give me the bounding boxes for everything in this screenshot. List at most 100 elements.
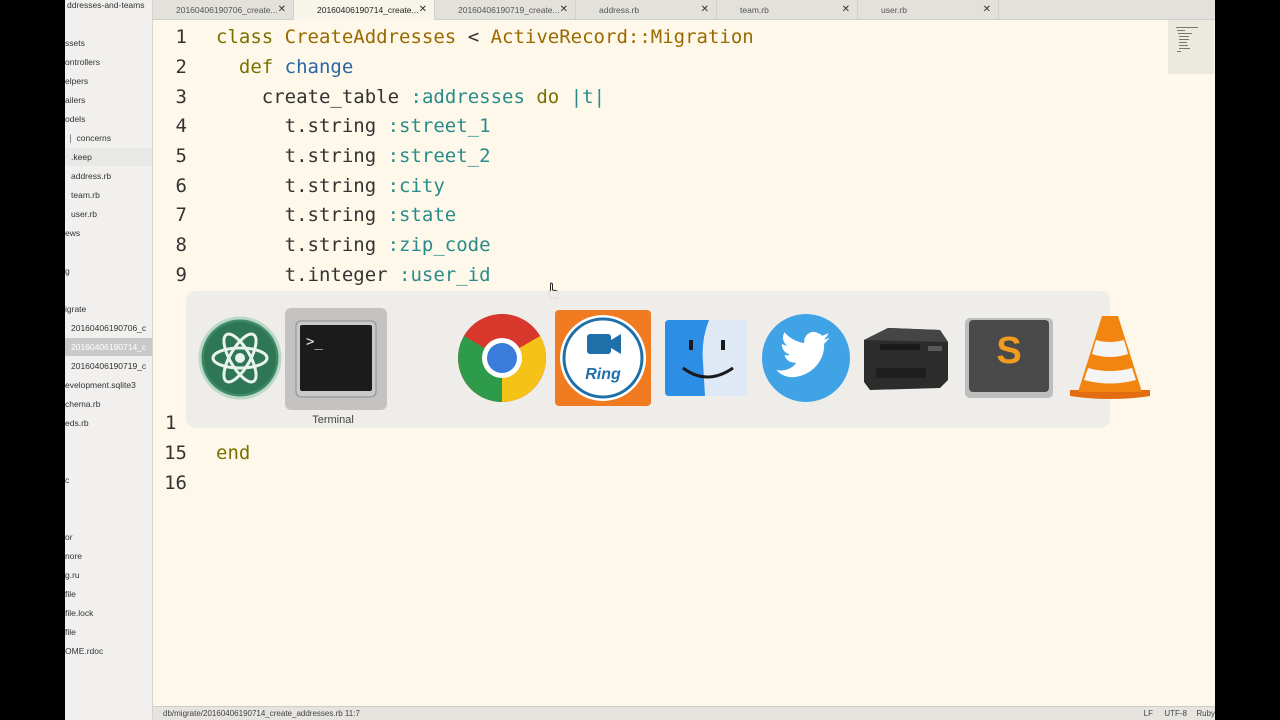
code-line-2: def change: [216, 56, 353, 78]
keyword-token: def: [238, 56, 274, 78]
close-icon[interactable]: ✕: [419, 0, 427, 20]
tab-label: address.rb: [599, 5, 640, 15]
app-chrome[interactable]: [454, 310, 550, 406]
tree-file-schema-rb[interactable]: chema.rb: [65, 395, 152, 413]
tree-file-gemfile-lock[interactable]: file.lock: [65, 604, 152, 622]
line-number: 9: [175, 264, 187, 286]
sublime-logo-text: S: [996, 330, 1022, 372]
tree-item-label: c: [65, 475, 70, 485]
tree-file-config-ru[interactable]: g.ru: [65, 566, 152, 584]
tab-team-rb[interactable]: team.rb ✕: [717, 0, 858, 20]
tree-file-migration-2[interactable]: 20160406190714_c: [65, 338, 152, 356]
tree-file-keep[interactable]: .keep: [65, 148, 152, 166]
minimap[interactable]: [1168, 20, 1214, 74]
tree-item-label: chema.rb: [65, 399, 101, 409]
app-finder[interactable]: [659, 310, 755, 406]
code-line-5: t.string :street_2: [216, 145, 491, 167]
symbol-token: :zip_code: [387, 234, 491, 256]
tree-folder-doc[interactable]: c: [65, 471, 152, 489]
tree-file-readme[interactable]: OME.rdoc: [65, 642, 152, 660]
tree-folder-helpers[interactable]: elpers: [65, 72, 152, 90]
tree-project-root[interactable]: ddresses-and-teams: [67, 0, 152, 14]
app-printer[interactable]: [858, 310, 954, 406]
code-line-15: end: [216, 442, 250, 464]
method-call-token: create_table: [261, 86, 400, 108]
encoding-status[interactable]: UTF-8: [1164, 707, 1187, 720]
file-path-status[interactable]: db/migrate/20160406190714_create_address…: [163, 707, 360, 720]
tree-file-migration-1[interactable]: 20160406190706_c: [65, 319, 152, 337]
tree-folder-views[interactable]: ews: [65, 224, 152, 242]
app-sublime-text[interactable]: S: [961, 310, 1057, 406]
tree-file-seeds-rb[interactable]: eds.rb: [65, 414, 152, 432]
tree-folder-vendor[interactable]: or: [65, 528, 152, 546]
app-switcher: >_ Terminal Ring S: [186, 291, 1150, 428]
svg-text:>_: >_: [306, 334, 323, 350]
screen: ddresses-and-teams ssets ontrollers elpe…: [65, 0, 1215, 720]
keyword-token: end: [216, 442, 251, 464]
close-icon[interactable]: ✕: [278, 0, 286, 20]
tree-item-label: file.lock: [65, 608, 94, 618]
tree-folder-controllers[interactable]: ontrollers: [65, 53, 152, 71]
tree-folder-assets[interactable]: ssets: [65, 34, 152, 52]
method-call-token: t.string: [284, 115, 377, 137]
close-icon[interactable]: ✕: [842, 0, 850, 20]
tab-migration-1[interactable]: 20160406190706_create... ✕: [153, 0, 294, 20]
close-icon[interactable]: ✕: [701, 0, 709, 20]
line-number: 7: [175, 204, 187, 226]
method-call-token: t.string: [284, 145, 377, 167]
tree-item-label: address.rb: [71, 171, 112, 181]
symbol-token: :addresses: [410, 86, 525, 108]
minimap-line: [1178, 33, 1192, 34]
block-param-token: |t|: [570, 86, 606, 108]
tab-user-rb[interactable]: user.rb ✕: [858, 0, 999, 20]
printer-icon: [864, 328, 948, 390]
code-line-9: t.integer :user_id: [216, 264, 491, 286]
tree-item-label: file: [65, 627, 76, 637]
tree-folder-migrate[interactable]: igrate: [65, 300, 152, 318]
tree-file-rakefile[interactable]: file: [65, 623, 152, 641]
symbol-token: :state: [387, 204, 457, 226]
close-icon[interactable]: ✕: [560, 0, 568, 20]
tab-address-rb[interactable]: address.rb ✕: [576, 0, 717, 20]
app-ringcentral[interactable]: Ring: [555, 310, 651, 406]
tree-folder-concerns[interactable]: ❘ concerns: [65, 129, 152, 147]
method-call-token: t.string: [284, 175, 377, 197]
tree-folder-config[interactable]: g: [65, 262, 152, 280]
line-number: 15: [164, 442, 187, 464]
code-line-7: t.string :state: [216, 204, 457, 226]
tree-file-gitignore[interactable]: nore: [65, 547, 152, 565]
code-line-1: class CreateAddresses < ActiveRecord::Mi…: [216, 26, 754, 48]
grammar-status[interactable]: Ruby: [1196, 707, 1215, 720]
app-terminal[interactable]: >_ Terminal: [285, 308, 387, 426]
symbol-token: :user_id: [399, 264, 491, 286]
tree-item-label: 20160406190719_c: [71, 361, 147, 371]
tab-migration-3[interactable]: 20160406190719_create... ✕: [435, 0, 576, 20]
line-number: 8: [175, 234, 187, 256]
symbol-token: :street_1: [387, 115, 491, 137]
method-call-token: t.string: [284, 204, 377, 226]
tab-bar: 20160406190706_create... ✕ 20160406190714…: [153, 0, 1215, 20]
tree-folder-models[interactable]: odels: [65, 110, 152, 128]
tree-file-team-rb[interactable]: team.rb: [65, 186, 152, 204]
tree-file-address-rb[interactable]: address.rb: [65, 167, 152, 185]
tree-file-gemfile[interactable]: file: [65, 585, 152, 603]
status-bar: db/migrate/20160406190714_create_address…: [153, 706, 1215, 720]
app-atom[interactable]: [192, 310, 288, 406]
tree-item-label: concerns: [76, 133, 111, 143]
finder-icon: [665, 320, 747, 396]
tree-file-user-rb[interactable]: user.rb: [65, 205, 152, 223]
tab-migration-2[interactable]: 20160406190714_create... ✕: [294, 0, 435, 20]
line-number: 2: [175, 56, 187, 78]
app-vlc[interactable]: [1062, 310, 1158, 406]
app-twitter[interactable]: [758, 310, 854, 406]
close-icon[interactable]: ✕: [983, 0, 991, 20]
tree-file-development-sqlite3[interactable]: evelopment.sqlite3: [65, 376, 152, 394]
tree-item-label: ssets: [65, 38, 85, 48]
symbol-token: :city: [387, 175, 445, 197]
tree-file-migration-3[interactable]: 20160406190719_c: [65, 357, 152, 375]
vlc-icon: [1070, 316, 1150, 399]
tree-folder-mailers[interactable]: ailers: [65, 91, 152, 109]
tree-item-label: 20160406190706_c: [71, 323, 147, 333]
line-ending-status[interactable]: LF: [1144, 707, 1153, 720]
parent-class-token: ActiveRecord::Migration: [490, 26, 754, 48]
